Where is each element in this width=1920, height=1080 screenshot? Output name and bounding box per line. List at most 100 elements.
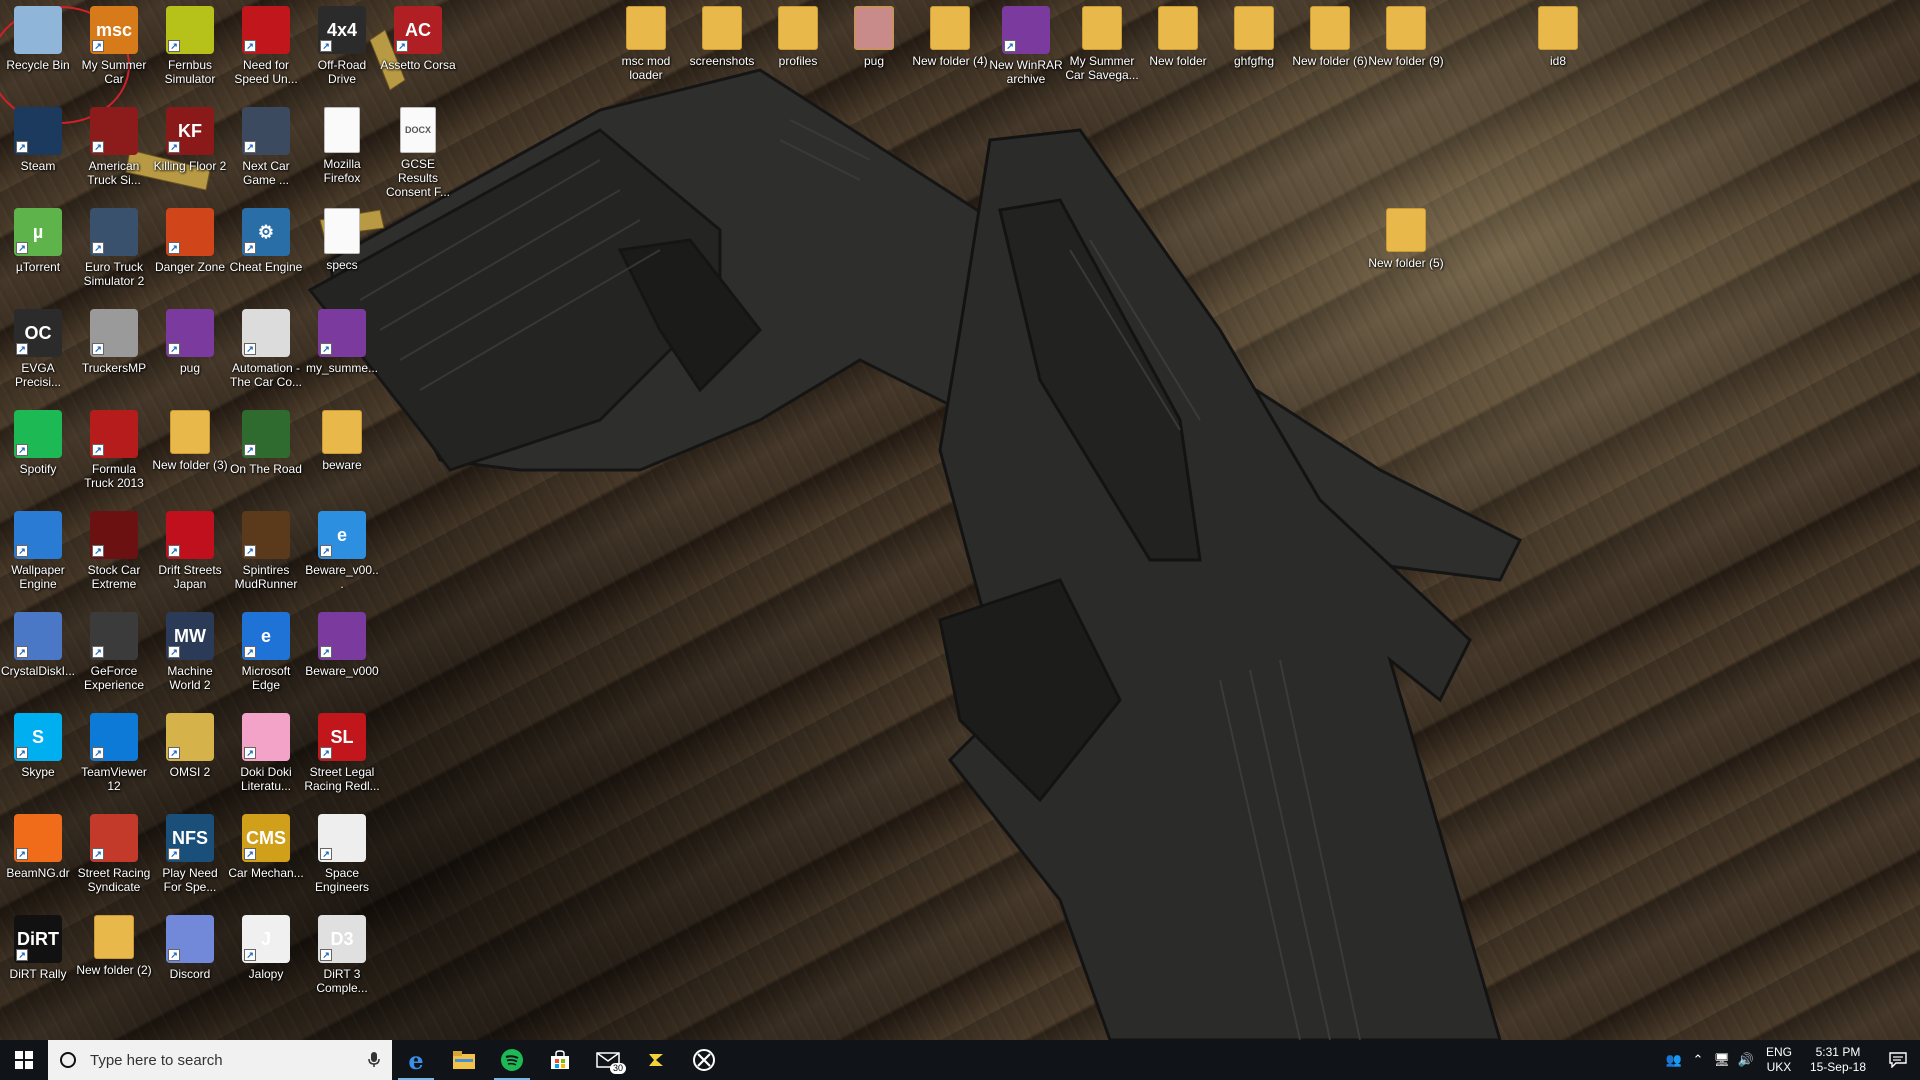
desktop-icon[interactable]: ↗ New WinRAR archive xyxy=(988,0,1064,100)
desktop-icon[interactable]: My Summer Car Savega... xyxy=(1064,0,1140,100)
desktop-icon[interactable]: msc ↗ My Summer Car xyxy=(76,0,152,100)
shortcut-arrow-icon: ↗ xyxy=(92,545,104,557)
desktop-icon-label: New folder (4) xyxy=(912,54,988,68)
danger-zone-icon: ↗ xyxy=(166,208,214,256)
desktop-icon[interactable]: ↗ Doki Doki Literatu... xyxy=(228,707,304,807)
shortcut-arrow-icon: ↗ xyxy=(92,141,104,153)
desktop-icon-label: screenshots xyxy=(689,54,755,68)
desktop-icon[interactable]: id8 xyxy=(1520,0,1596,100)
desktop-icon[interactable]: ↗ Next Car Game ... xyxy=(228,101,304,201)
desktop-icon[interactable]: ↗ Formula Truck 2013 xyxy=(76,404,152,504)
taskbar-file-explorer[interactable] xyxy=(440,1040,488,1080)
desktop-icon[interactable]: New folder (5) xyxy=(1368,202,1444,302)
desktop-icon[interactable]: ↗ GeForce Experience xyxy=(76,606,152,706)
shortcut-arrow-icon: ↗ xyxy=(1004,40,1016,52)
taskbar-app-yellow[interactable] xyxy=(632,1040,680,1080)
desktop-icon[interactable]: e ↗ Beware_v00... xyxy=(304,505,380,605)
desktop-icon[interactable]: ↗ Wallpaper Engine xyxy=(0,505,76,605)
taskbar-search-box[interactable]: Type here to search xyxy=(48,1040,392,1080)
recycle-bin-icon xyxy=(14,6,62,54)
taskbar-spotify[interactable] xyxy=(488,1040,536,1080)
desktop-icon[interactable]: ↗ Drift Streets Japan xyxy=(152,505,228,605)
microphone-icon[interactable] xyxy=(368,1052,380,1068)
desktop-icon[interactable]: beware xyxy=(304,404,380,504)
desktop-icon[interactable]: ↗ Beware_v000 xyxy=(304,606,380,706)
people-icon[interactable]: 👥 xyxy=(1662,1040,1686,1080)
desktop-icon[interactable]: NFS ↗ Play Need For Spe... xyxy=(152,808,228,908)
desktop-icon[interactable]: New folder (4) xyxy=(912,0,988,100)
desktop-icon[interactable]: ↗ TeamViewer 12 xyxy=(76,707,152,807)
cortana-circle-icon xyxy=(60,1052,76,1068)
desktop-icon[interactable]: screenshots xyxy=(684,0,760,100)
desktop-icon[interactable]: ↗ Fernbus Simulator xyxy=(152,0,228,100)
desktop-icon[interactable]: e ↗ Microsoft Edge xyxy=(228,606,304,706)
taskbar-mail[interactable]: 30 xyxy=(584,1040,632,1080)
desktop-icon[interactable]: SL ↗ Street Legal Racing Redl... xyxy=(304,707,380,807)
taskbar-clock[interactable]: 5:31 PM 15-Sep-18 xyxy=(1800,1045,1876,1075)
desktop-icon[interactable]: profiles xyxy=(760,0,836,100)
desktop-icon[interactable]: S ↗ Skype xyxy=(0,707,76,807)
taskbar-edge[interactable]: e xyxy=(392,1040,440,1080)
desktop-icon[interactable]: New folder xyxy=(1140,0,1216,100)
desktop-icon-label: Beware_v000 xyxy=(305,664,379,678)
desktop-icon[interactable]: CMS ↗ Car Mechan... xyxy=(228,808,304,908)
desktop-icon[interactable]: ↗ Spotify xyxy=(0,404,76,504)
desktop-icon[interactable]: ↗ OMSI 2 xyxy=(152,707,228,807)
desktop-icon[interactable]: DiRT ↗ DiRT Rally xyxy=(0,909,76,1009)
desktop-icon[interactable]: µ ↗ µTorrent xyxy=(0,202,76,302)
desktop-icon[interactable]: ↗ my_summe... xyxy=(304,303,380,403)
taskbar-xbox[interactable] xyxy=(680,1040,728,1080)
desktop-icon[interactable]: ↗ American Truck Si... xyxy=(76,101,152,201)
icon-glyph-text: e xyxy=(260,626,271,646)
chevron-up-icon[interactable]: ⌃ xyxy=(1686,1040,1710,1080)
desktop-icon[interactable]: ↗ Spintires MudRunner xyxy=(228,505,304,605)
desktop-icon[interactable]: J ↗ Jalopy xyxy=(228,909,304,1009)
desktop-icon[interactable]: specs xyxy=(304,202,380,302)
start-button[interactable] xyxy=(0,1040,48,1080)
desktop-icon[interactable]: ↗ Automation - The Car Co... xyxy=(228,303,304,403)
desktop-icon[interactable]: OC ↗ EVGA Precisi... xyxy=(0,303,76,403)
desktop-icon[interactable]: ↗ pug xyxy=(152,303,228,403)
desktop-icon[interactable]: ↗ Danger Zone xyxy=(152,202,228,302)
desktop-icon[interactable]: ↗ Euro Truck Simulator 2 xyxy=(76,202,152,302)
desktop-icon[interactable]: ↗ Steam xyxy=(0,101,76,201)
desktop-icon[interactable]: MW ↗ Machine World 2 xyxy=(152,606,228,706)
desktop-icon[interactable]: Recycle Bin xyxy=(0,0,76,100)
desktop-icon[interactable]: Mozilla Firefox xyxy=(304,101,380,201)
desktop-icon[interactable]: AC ↗ Assetto Corsa xyxy=(380,0,456,100)
desktop-icon[interactable]: New folder (2) xyxy=(76,909,152,1009)
desktop-icon[interactable]: New folder (3) xyxy=(152,404,228,504)
desktop-icon[interactable]: ↗ CrystalDiskI... xyxy=(0,606,76,706)
taskbar: Type here to search e 30 👥 ⌃ 🖥 🔊 ENG UKX… xyxy=(0,1040,1920,1080)
kf2-icon: KF ↗ xyxy=(166,107,214,155)
input-language-indicator[interactable]: ENG UKX xyxy=(1758,1045,1800,1075)
desktop-icon[interactable]: ↗ On The Road xyxy=(228,404,304,504)
shortcut-arrow-icon: ↗ xyxy=(244,242,256,254)
desktop-icon[interactable]: ↗ Need for Speed Un... xyxy=(228,0,304,100)
taskbar-store[interactable] xyxy=(536,1040,584,1080)
crystaldisk-icon: ↗ xyxy=(14,612,62,660)
desktop-icon[interactable]: D3 ↗ DiRT 3 Comple... xyxy=(304,909,380,1009)
desktop-icon[interactable]: 4x4 ↗ Off-Road Drive xyxy=(304,0,380,100)
desktop-icon[interactable]: ↗ BeamNG.dr xyxy=(0,808,76,908)
desktop-icon[interactable]: ↗ TruckersMP xyxy=(76,303,152,403)
folder-icon xyxy=(1310,6,1350,50)
desktop-icon[interactable]: ↗ Discord xyxy=(152,909,228,1009)
desktop-icon[interactable]: ↗ Street Racing Syndicate xyxy=(76,808,152,908)
desktop-icon[interactable]: New folder (9) xyxy=(1368,0,1444,100)
desktop-icon[interactable]: DOCX GCSE Results Consent F... xyxy=(380,101,456,201)
desktop-icon[interactable]: ghfgfhg xyxy=(1216,0,1292,100)
desktop[interactable]: Recycle Bin msc ↗ My Summer Car ↗ Fernbus Sim… xyxy=(0,0,1920,1040)
volume-icon[interactable]: 🔊 xyxy=(1734,1040,1758,1080)
desktop-icon[interactable]: ↗ Stock Car Extreme xyxy=(76,505,152,605)
desktop-icon[interactable]: KF ↗ Killing Floor 2 xyxy=(152,101,228,201)
desktop-icon[interactable]: New folder (6) xyxy=(1292,0,1368,100)
desktop-icon[interactable]: ↗ Space Engineers xyxy=(304,808,380,908)
shortcut-arrow-icon: ↗ xyxy=(168,949,180,961)
desktop-icon[interactable]: ⚙ ↗ Cheat Engine xyxy=(228,202,304,302)
desktop-icon[interactable]: pug xyxy=(836,0,912,100)
action-center-button[interactable] xyxy=(1876,1040,1920,1080)
network-icon[interactable]: 🖥 xyxy=(1710,1040,1734,1080)
desktop-icon[interactable]: msc mod loader xyxy=(608,0,684,100)
desktop-icon-label: Stock Car Extreme xyxy=(87,563,141,591)
